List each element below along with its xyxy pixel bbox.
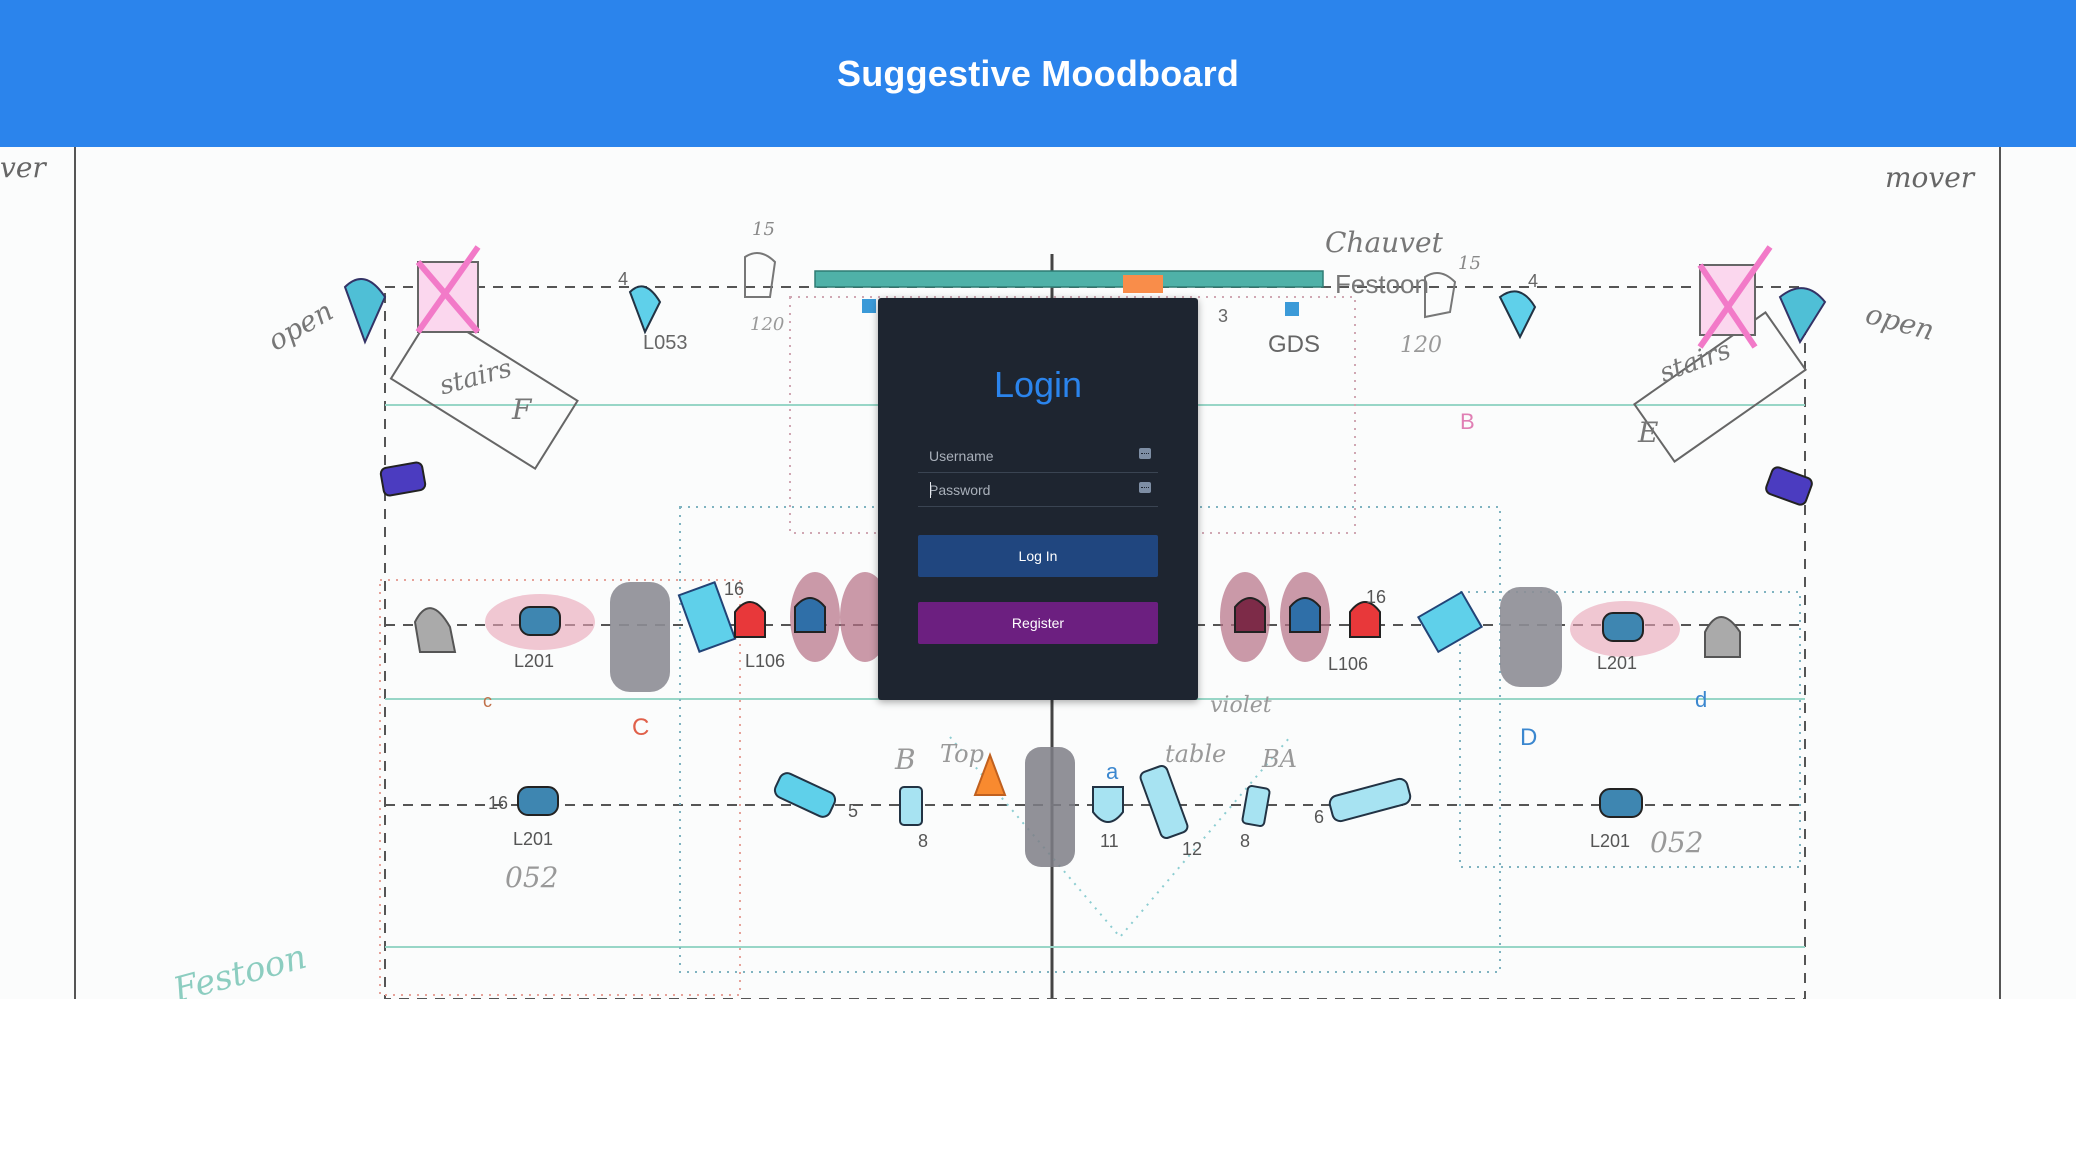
autofill-key-icon[interactable]	[1139, 482, 1151, 493]
festoon-top-label: Festoon	[1335, 269, 1429, 299]
app-title: Suggestive Moodboard	[836, 52, 1240, 94]
n120a-label: 120	[750, 314, 784, 335]
n4b-label: 4	[1528, 271, 1538, 291]
n15a-label: 15	[752, 219, 775, 240]
n052b-label: 052	[1650, 826, 1703, 859]
n16c-label: 16	[488, 793, 508, 813]
n12-label: 12	[1182, 839, 1202, 859]
n3-label: 3	[1218, 306, 1228, 326]
l106b-label: L106	[1328, 654, 1368, 674]
top-label: Top	[940, 740, 984, 768]
mover-left-label: ver	[0, 151, 47, 184]
n4a-label: 4	[618, 269, 628, 289]
n6-label: 6	[1314, 807, 1324, 827]
b-label: B	[894, 743, 916, 776]
f-label: F	[511, 393, 533, 426]
autofill-key-icon[interactable]	[1139, 448, 1151, 459]
n052a-label: 052	[505, 861, 558, 894]
n15b-label: 15	[1458, 253, 1481, 274]
e-label: E	[1637, 416, 1658, 449]
login-dialog: Login Log In Register	[878, 298, 1198, 700]
l106a-label: L106	[745, 651, 785, 671]
stairs-right-label: stairs	[1656, 335, 1735, 388]
login-title: Login	[993, 364, 1083, 405]
n8b-label: 8	[1240, 831, 1250, 851]
violet-label: violet	[1210, 693, 1272, 718]
n16b-label: 16	[1366, 587, 1386, 607]
open-right-label: open	[1862, 297, 1938, 347]
username-input[interactable]	[918, 439, 1158, 472]
login-button[interactable]: Log In	[918, 535, 1158, 577]
text-cursor	[930, 482, 931, 498]
open-left-label: open	[262, 294, 339, 357]
chauvet-label: Chauvet	[1325, 226, 1444, 259]
l201b-label: L201	[513, 829, 553, 849]
password-field-wrapper	[918, 473, 1158, 507]
c-small-label: c	[483, 691, 492, 711]
festoon-bottom-label: Festoon	[168, 937, 311, 999]
l201c-label: L201	[1590, 831, 1630, 851]
a-label: a	[1106, 759, 1119, 784]
b-pink-label: B	[1460, 409, 1475, 434]
mover-right-label: mover	[1885, 161, 1976, 194]
n8a-label: 8	[918, 831, 928, 851]
c-big-label: C	[632, 714, 649, 741]
n16a-label: 16	[724, 579, 744, 599]
password-input[interactable]	[918, 473, 1158, 506]
d-big-label: D	[1520, 724, 1537, 751]
n5-label: 5	[848, 801, 858, 821]
stairs-left-label: stairs	[436, 353, 515, 401]
n120b-label: 120	[1400, 333, 1442, 358]
table-label: table	[1165, 740, 1226, 768]
l053-label: L053	[643, 332, 688, 354]
d-small-label: d	[1695, 687, 1707, 712]
username-field-wrapper	[918, 439, 1158, 473]
app-header: Suggestive Moodboard	[0, 0, 2076, 147]
register-button[interactable]: Register	[918, 602, 1158, 644]
gds-label: GDS	[1268, 331, 1320, 358]
n11-label: 11	[1100, 831, 1119, 851]
l201a-label: L201	[514, 651, 554, 671]
l201d-label: L201	[1597, 653, 1637, 673]
ba-label: BA	[1261, 745, 1297, 773]
